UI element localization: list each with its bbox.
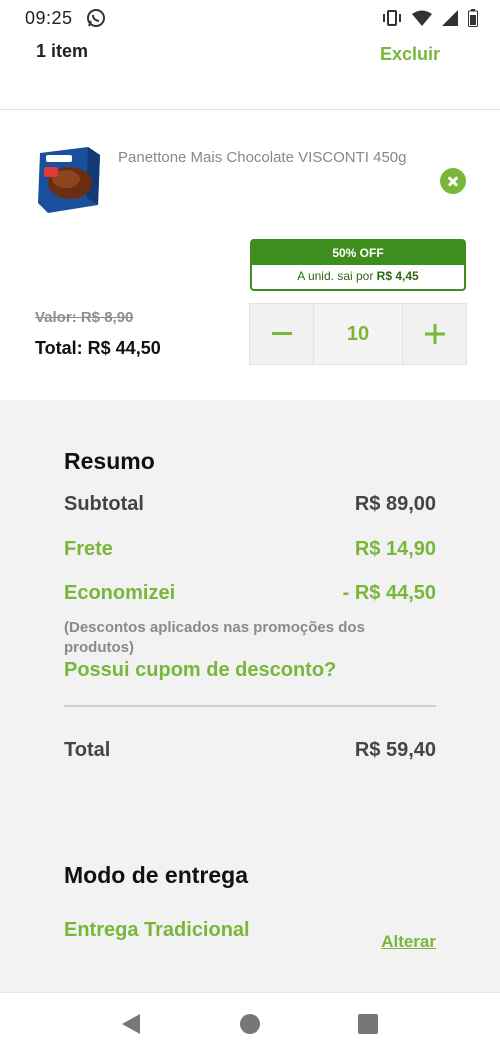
change-delivery-link[interactable]: Alterar: [381, 932, 436, 952]
battery-icon: [468, 9, 478, 27]
minus-icon: [271, 332, 292, 335]
subtotal-label: Subtotal: [64, 493, 144, 515]
savings-label: Economizei: [64, 582, 176, 604]
vibrate-icon: [382, 10, 402, 26]
status-bar: 09:25: [0, 0, 500, 38]
summary-title: Resumo: [64, 448, 155, 474]
cart-item: Panettone Mais Chocolate VISCONTI 450g 5…: [0, 110, 500, 400]
shipping-row: Frete R$ 14,90: [64, 538, 436, 561]
total-value: R$ 59,40: [354, 739, 436, 761]
old-price: Valor: R$ 8,90: [35, 309, 134, 326]
item-total: Total: R$ 44,50: [35, 338, 161, 358]
quantity-stepper: 10: [249, 303, 467, 365]
home-icon[interactable]: [240, 1014, 260, 1034]
whatsapp-icon: [86, 8, 106, 28]
subtotal-value: R$ 89,00: [354, 493, 436, 515]
delivery-title: Modo de entrega: [64, 862, 249, 888]
status-time: 09:25: [25, 8, 73, 28]
product-image[interactable]: [36, 145, 102, 213]
savings-row: Economizei - R$ 44,50: [64, 582, 436, 605]
savings-note: (Descontos aplicados nas promoções dos p…: [64, 619, 365, 656]
promo-unit-price: A unid. sai por R$ 4,45: [252, 265, 464, 289]
recent-apps-icon[interactable]: [358, 1014, 378, 1034]
plus-icon: [424, 324, 445, 344]
total-row: Total R$ 59,40: [64, 739, 436, 762]
remove-item-icon[interactable]: [440, 168, 466, 194]
decrease-quantity-button[interactable]: [250, 304, 313, 364]
promo-title: 50% OFF: [252, 241, 464, 265]
coupon-link[interactable]: Possui cupom de desconto?: [64, 659, 336, 682]
increase-quantity-button[interactable]: [403, 304, 466, 364]
item-count: 1 item: [36, 41, 89, 61]
product-name: Panettone Mais Chocolate VISCONTI 450g: [118, 149, 407, 166]
cart-header: 1 item Excluir: [0, 38, 500, 110]
shipping-label: Frete: [64, 538, 113, 560]
shipping-value: R$ 14,90: [354, 538, 436, 560]
delivery-type: Entrega Tradicional: [64, 919, 250, 941]
promo-unit-prefix: A unid. sai por: [297, 269, 377, 283]
system-nav-bar: [0, 992, 500, 1056]
total-label: Total: [64, 739, 111, 761]
wifi-icon: [412, 10, 432, 26]
promo-badge: 50% OFF A unid. sai por R$ 4,45: [250, 239, 466, 291]
signal-icon: [442, 10, 458, 26]
subtotal-row: Subtotal R$ 89,00: [64, 493, 436, 516]
delete-button[interactable]: Excluir: [380, 44, 440, 65]
back-icon[interactable]: [121, 1013, 141, 1040]
order-summary: Resumo Subtotal R$ 89,00 Frete R$ 14,90 …: [0, 400, 500, 992]
quantity-value[interactable]: 10: [313, 304, 403, 364]
savings-value: - R$ 44,50: [342, 582, 436, 604]
divider: [64, 705, 436, 707]
promo-unit-value: R$ 4,45: [376, 269, 419, 283]
status-icons: [382, 9, 478, 27]
